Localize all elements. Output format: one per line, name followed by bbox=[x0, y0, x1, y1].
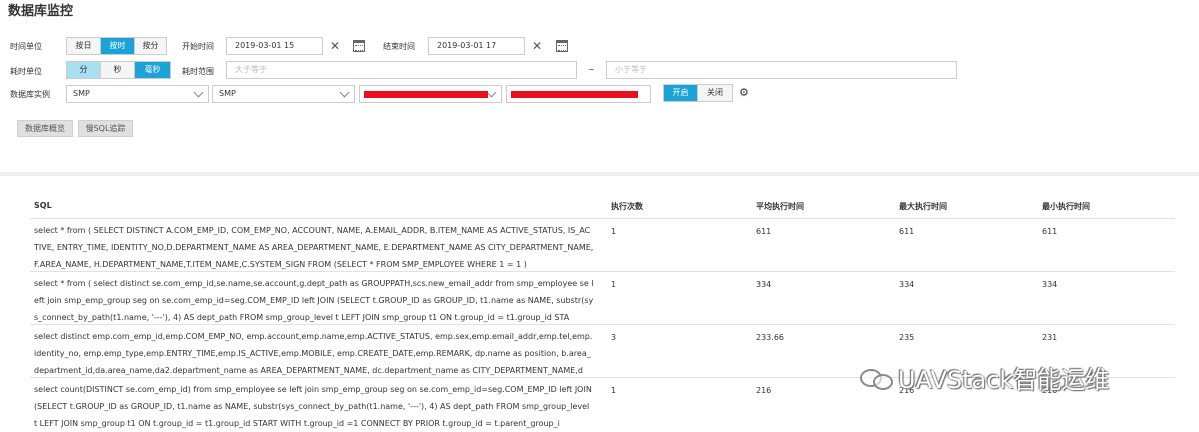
db-instance-select-1[interactable]: SMP bbox=[66, 85, 209, 103]
redaction-bar bbox=[511, 91, 638, 98]
count-cell: 1 bbox=[611, 386, 617, 395]
range-separator: ~ bbox=[588, 65, 595, 74]
db-instance-label: 数据库实例 bbox=[10, 90, 50, 99]
count-cell: 1 bbox=[611, 227, 617, 236]
start-time-label: 开始时间 bbox=[182, 42, 214, 51]
row-divider bbox=[30, 271, 1175, 272]
time-unit-day[interactable]: 按日 bbox=[67, 38, 101, 54]
calendar-end-icon[interactable] bbox=[556, 40, 568, 52]
db-overview-button[interactable]: 数据库概览 bbox=[17, 120, 73, 137]
col-header-max: 最大执行时间 bbox=[899, 202, 947, 211]
redaction-bar bbox=[364, 91, 488, 98]
end-time-label: 结束时间 bbox=[383, 42, 415, 51]
header-divider bbox=[30, 218, 1175, 219]
avg-cell: 611 bbox=[756, 227, 772, 236]
duration-range-label: 耗时范围 bbox=[182, 67, 214, 76]
calendar-start-icon[interactable] bbox=[353, 40, 365, 52]
max-cell: 334 bbox=[899, 280, 915, 289]
duration-unit-label: 耗时单位 bbox=[10, 67, 42, 76]
chevron-down-icon bbox=[193, 87, 204, 98]
time-unit-segmented: 按日 按时 按分 bbox=[66, 37, 167, 55]
col-header-min: 最小执行时间 bbox=[1042, 202, 1090, 211]
db-instance-select-1-value: SMP bbox=[73, 89, 90, 98]
wechat-icon bbox=[858, 363, 898, 393]
duration-unit-second[interactable]: 秒 bbox=[101, 62, 135, 78]
switch-on-button[interactable]: 开启 bbox=[664, 85, 698, 101]
sql-cell: select * from ( select distinct se.com_e… bbox=[34, 279, 594, 322]
time-unit-minute[interactable]: 按分 bbox=[135, 38, 166, 54]
count-cell: 3 bbox=[611, 333, 617, 342]
duration-max-input[interactable]: 小于等于 bbox=[606, 61, 957, 79]
count-cell: 1 bbox=[611, 280, 617, 289]
col-header-avg: 平均执行时间 bbox=[756, 202, 804, 211]
duration-min-input[interactable]: 大于等于 bbox=[226, 61, 577, 79]
monitor-switch: 开启 关闭 bbox=[663, 84, 733, 102]
chevron-down-icon bbox=[486, 87, 497, 98]
chevron-down-icon bbox=[339, 87, 350, 98]
watermark-text: UAVStack智能运维 bbox=[898, 366, 1110, 394]
page-title: 数据库监控 bbox=[8, 4, 74, 19]
slow-sql-button[interactable]: 慢SQL追踪 bbox=[78, 120, 133, 137]
end-time-input[interactable]: 2019-03-01 17 bbox=[428, 37, 525, 55]
col-header-sql: SQL bbox=[34, 201, 52, 210]
avg-cell: 233.66 bbox=[756, 333, 784, 342]
avg-cell: 334 bbox=[756, 280, 772, 289]
section-divider bbox=[0, 172, 1199, 176]
duration-unit-segmented: 分 秒 毫秒 bbox=[66, 61, 171, 79]
min-cell: 611 bbox=[1042, 227, 1058, 236]
time-unit-label: 时间单位 bbox=[10, 42, 42, 51]
sql-cell: select count(DISTINCT se.com_emp_id) fro… bbox=[34, 385, 592, 428]
row-divider bbox=[30, 324, 1175, 325]
start-time-input[interactable]: 2019-03-01 15 bbox=[226, 37, 323, 55]
db-instance-select-2-value: SMP bbox=[219, 89, 236, 98]
col-header-count: 执行次数 bbox=[611, 202, 643, 211]
max-cell: 235 bbox=[899, 333, 915, 342]
sql-cell: select distinct emp.com_emp_id,emp.COM_E… bbox=[34, 332, 593, 375]
clear-start-icon[interactable]: ✕ bbox=[330, 37, 340, 55]
min-cell: 231 bbox=[1042, 333, 1058, 342]
switch-off-button[interactable]: 关闭 bbox=[698, 85, 732, 101]
duration-unit-ms[interactable]: 毫秒 bbox=[135, 62, 170, 78]
clear-end-icon[interactable]: ✕ bbox=[532, 37, 542, 55]
watermark: UAVStack智能运维 bbox=[858, 360, 1109, 395]
duration-unit-minute[interactable]: 分 bbox=[67, 62, 101, 78]
db-instance-select-2[interactable]: SMP bbox=[212, 85, 355, 103]
time-unit-hour[interactable]: 按时 bbox=[101, 38, 135, 54]
max-cell: 611 bbox=[899, 227, 915, 236]
min-cell: 334 bbox=[1042, 280, 1058, 289]
sql-cell: select * from ( SELECT DISTINCT A.COM_EM… bbox=[34, 226, 594, 269]
avg-cell: 216 bbox=[756, 386, 772, 395]
gear-icon[interactable]: ⚙ bbox=[739, 86, 749, 99]
